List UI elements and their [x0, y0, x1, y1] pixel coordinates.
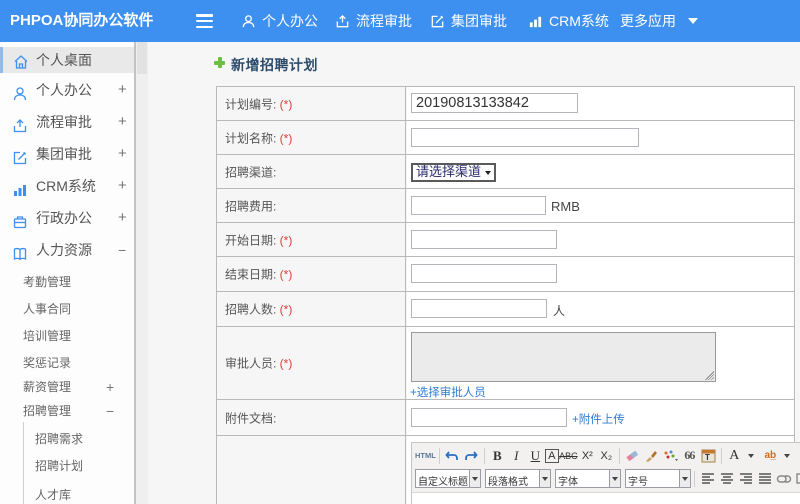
svg-text:T: T: [705, 453, 710, 462]
